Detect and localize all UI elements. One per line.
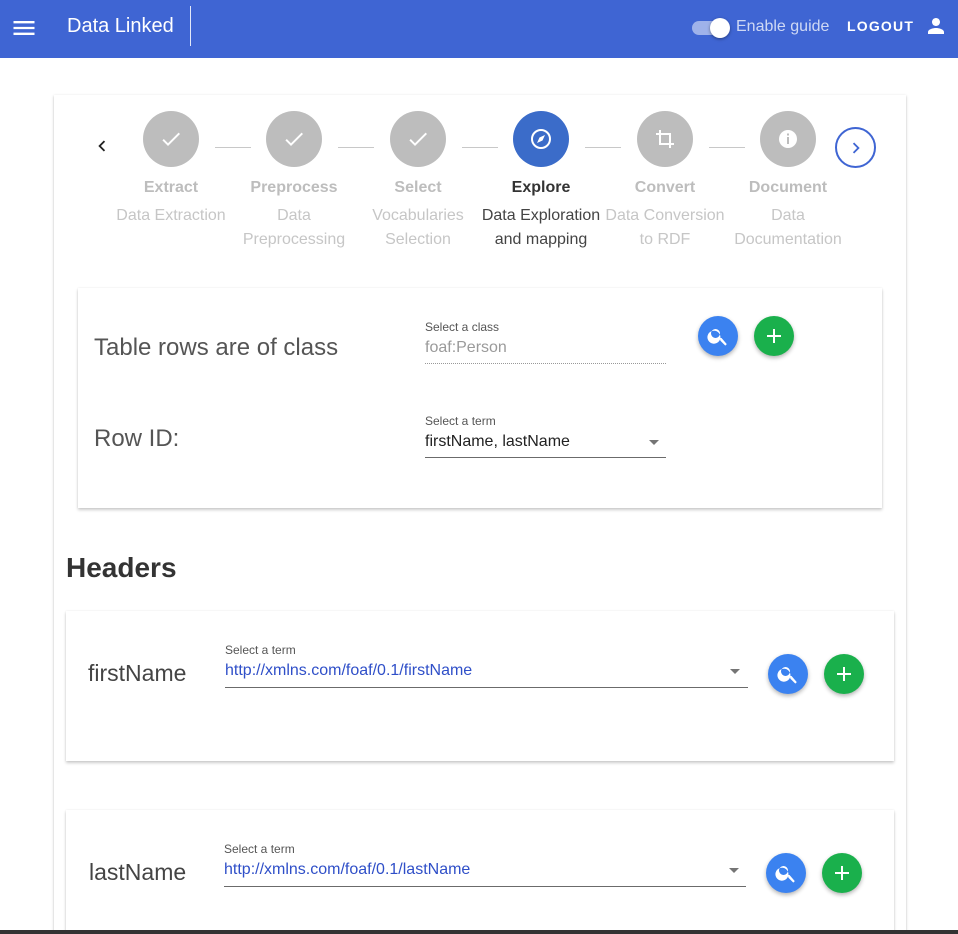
- step-description: Data Extraction: [116, 207, 226, 224]
- add-term-button[interactable]: [824, 654, 864, 694]
- row-id-underline: [425, 457, 666, 458]
- logout-button[interactable]: LOGOUT: [847, 18, 914, 34]
- title-divider: [190, 6, 191, 46]
- step-description: Vocabularies Selection: [372, 207, 464, 248]
- chevron-down-icon[interactable]: [730, 669, 740, 674]
- step-convert[interactable]: Convert Data Conversion to RDF: [603, 111, 727, 252]
- check-icon: [285, 132, 303, 146]
- step-name: Document: [748, 179, 828, 196]
- step-circle: [760, 111, 816, 167]
- step-description: Data Preprocessing: [242, 207, 346, 248]
- search-icon: [777, 667, 797, 684]
- header-term-select[interactable]: http://xmlns.com/foaf/0.1/lastName: [224, 861, 470, 879]
- row-id-select[interactable]: firstName, lastName: [425, 433, 570, 451]
- stepper-next-button[interactable]: [835, 127, 876, 168]
- step-name: Extract: [143, 179, 199, 196]
- header-term-select[interactable]: http://xmlns.com/foaf/0.1/firstName: [225, 662, 472, 680]
- step-circle: [143, 111, 199, 167]
- add-icon: [837, 667, 851, 681]
- bottom-edge: [0, 930, 958, 934]
- header-name: firstName: [88, 660, 187, 686]
- chevron-down-icon[interactable]: [649, 440, 659, 445]
- search-term-button[interactable]: [766, 853, 806, 893]
- row-id-label: Row ID:: [94, 425, 180, 452]
- search-icon: [775, 866, 795, 883]
- step-name: Preprocess: [250, 179, 338, 196]
- search-class-button[interactable]: [698, 316, 738, 356]
- class-field[interactable]: foaf:Person: [425, 339, 507, 357]
- chevron-down-icon[interactable]: [729, 868, 739, 873]
- add-class-button[interactable]: [754, 316, 794, 356]
- crop-icon: [656, 130, 674, 148]
- header-card-firstname: [66, 611, 894, 761]
- table-rows-class-label: Table rows are of class: [94, 334, 339, 361]
- search-term-button[interactable]: [768, 654, 808, 694]
- class-field-caption: Select a class: [425, 320, 500, 334]
- account-icon[interactable]: [924, 14, 948, 38]
- add-term-button[interactable]: [822, 853, 862, 893]
- step-circle: [637, 111, 693, 167]
- enable-guide-toggle[interactable]: [692, 18, 730, 38]
- step-document[interactable]: Document Data Documentation: [726, 111, 850, 252]
- step-description: Data Exploration and mapping: [481, 207, 601, 248]
- step-explore[interactable]: Explore Data Exploration and mapping: [479, 111, 603, 252]
- chevron-right-icon: [852, 142, 860, 154]
- class-field-underline: [425, 363, 666, 364]
- header-term-underline: [225, 687, 748, 688]
- app-title: Data Linked: [67, 15, 174, 37]
- toggle-knob: [710, 18, 730, 38]
- header-term-caption: Select a term: [225, 643, 296, 657]
- step-preprocess[interactable]: Preprocess Data Preprocessing: [232, 111, 356, 252]
- row-id-caption: Select a term: [425, 414, 496, 428]
- search-icon: [707, 329, 727, 346]
- header-name: lastName: [89, 859, 187, 885]
- step-extract[interactable]: Extract Data Extraction: [109, 111, 233, 228]
- step-name: Select: [394, 179, 442, 196]
- step-description: Data Conversion to RDF: [605, 207, 725, 248]
- app-bar: Data Linked Enable guide LOGOUT: [0, 0, 958, 58]
- enable-guide-label: Enable guide: [736, 18, 830, 35]
- add-icon: [835, 866, 849, 880]
- step-name: Convert: [634, 179, 696, 196]
- step-circle: [513, 111, 569, 167]
- headers-title: Headers: [66, 552, 177, 583]
- add-icon: [767, 329, 781, 343]
- step-description: Data Documentation: [734, 207, 842, 248]
- check-icon: [162, 132, 180, 146]
- info-icon: [779, 130, 797, 148]
- step-select[interactable]: Select Vocabularies Selection: [356, 111, 480, 252]
- step-name: Explore: [511, 179, 571, 196]
- menu-icon[interactable]: [10, 14, 38, 42]
- header-term-underline: [224, 886, 746, 887]
- step-circle: [390, 111, 446, 167]
- compass-icon: [531, 129, 551, 149]
- step-circle: [266, 111, 322, 167]
- check-icon: [409, 132, 427, 146]
- header-term-caption: Select a term: [224, 842, 295, 856]
